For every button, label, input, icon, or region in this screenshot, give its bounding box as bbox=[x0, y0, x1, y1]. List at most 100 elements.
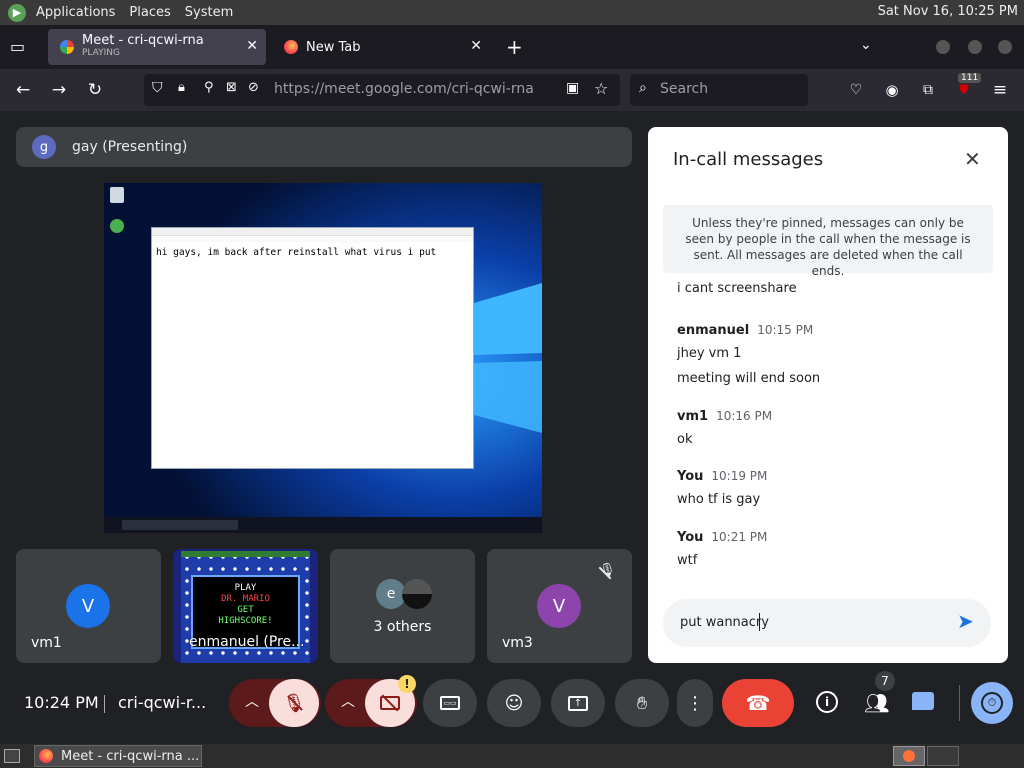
tracking-protection-shield-icon[interactable]: ⛉ bbox=[152, 80, 163, 96]
show-desktop-icon[interactable] bbox=[4, 749, 20, 763]
others-count-label: 3 others bbox=[373, 619, 432, 635]
panel-menu-system[interactable]: System bbox=[185, 5, 233, 20]
present-screen-button[interactable]: ↑ bbox=[551, 679, 605, 727]
address-bar[interactable]: ⛉ 🔒︎ ⚲ ⊠ ⊘ https://meet.google.com/cri-q… bbox=[144, 74, 620, 106]
message-sender: vm1 bbox=[677, 409, 709, 424]
mic-options-chevron-icon[interactable]: ︿ bbox=[245, 691, 259, 711]
message-sender: enmanuel bbox=[677, 323, 750, 338]
participant-avatar: V bbox=[537, 584, 581, 628]
firefox-icon bbox=[284, 40, 298, 54]
message-time: 10:21 PM bbox=[711, 530, 768, 544]
tab-overview-icon[interactable]: ▭ bbox=[10, 37, 25, 56]
meeting-code[interactable]: cri-qcwi-r... bbox=[118, 693, 206, 712]
message-text: ok bbox=[677, 432, 693, 447]
panel-menu-applications[interactable]: Applications bbox=[36, 5, 115, 20]
bookmark-star-icon[interactable]: ☆ bbox=[594, 79, 608, 98]
workspace-2[interactable] bbox=[927, 746, 959, 766]
hamburger-menu-icon[interactable]: ≡ bbox=[987, 77, 1013, 103]
new-tab-plus-icon[interactable]: + bbox=[506, 35, 523, 59]
captions-button[interactable]: ▭▭ bbox=[423, 679, 477, 727]
message-sender: You bbox=[677, 530, 704, 545]
participant-tile-vm1[interactable]: V vm1 bbox=[16, 549, 161, 663]
people-count-badge: 7 bbox=[875, 671, 895, 691]
meeting-info-icon[interactable]: i bbox=[816, 691, 838, 713]
tab-meet[interactable]: Meet - cri-qcwi-rna PLAYING ✕ bbox=[48, 29, 266, 65]
navigation-toolbar: ← → ↻ ⛉ 🔒︎ ⚲ ⊠ ⊘ https://meet.google.com… bbox=[0, 69, 1024, 111]
raise-hand-button[interactable]: ✋︎ bbox=[615, 679, 669, 727]
desktop-shortcut-icon bbox=[110, 219, 124, 233]
tab-playing-label: PLAYING bbox=[82, 48, 120, 58]
search-bar[interactable]: ⌕ Search bbox=[630, 74, 808, 106]
camera-options-chevron-icon[interactable]: ︿ bbox=[341, 691, 355, 711]
game-highscore-label: HIGHSCORE! bbox=[218, 616, 273, 626]
url-text[interactable]: https://meet.google.com/cri-qcwi-rna bbox=[274, 81, 534, 97]
url-host: https://meet.google.com/ bbox=[274, 81, 452, 97]
send-icon[interactable]: ➤ bbox=[957, 609, 974, 633]
microphone-blocked-icon[interactable]: ⊘ bbox=[248, 80, 259, 95]
notepad-window: hi gays, im back after reinstall what vi… bbox=[151, 227, 474, 469]
lock-icon[interactable]: 🔒︎ bbox=[178, 80, 185, 95]
minimize-window-button[interactable] bbox=[936, 40, 950, 54]
participant-tile-enmanuel[interactable]: PLAY DR. MARIO GET HIGHSCORE! enmanuel (… bbox=[173, 549, 318, 663]
forward-arrow-icon[interactable]: → bbox=[46, 77, 72, 103]
reload-icon[interactable]: ↻ bbox=[82, 77, 108, 103]
workspace-switcher[interactable] bbox=[893, 746, 925, 766]
emoji-reactions-button[interactable]: ☺ bbox=[487, 679, 541, 727]
search-input[interactable]: Search bbox=[660, 81, 708, 97]
url-path: cri-qcwi-rna bbox=[451, 81, 534, 97]
close-window-button[interactable] bbox=[998, 40, 1012, 54]
message-sender: You bbox=[677, 469, 704, 484]
timer-icon: ⏱ bbox=[981, 692, 1003, 714]
app-menu-icon[interactable]: ▶ bbox=[8, 3, 26, 22]
game-title-label: DR. MARIO bbox=[221, 594, 270, 604]
extensions-puzzle-icon[interactable]: ⧉ bbox=[915, 77, 941, 103]
chat-notice: Unless they're pinned, messages can only… bbox=[663, 205, 993, 278]
participant-name: enmanuel (Pre... bbox=[189, 634, 305, 650]
search-icon: ⌕ bbox=[639, 80, 647, 96]
chat-message-group: You 10:19 PM who tf is gay bbox=[677, 465, 767, 507]
game-play-label: PLAY bbox=[234, 583, 257, 593]
captions-icon: ▭▭ bbox=[440, 696, 460, 710]
close-tab-icon[interactable]: ✕ bbox=[470, 38, 482, 54]
recycle-bin-icon bbox=[110, 187, 124, 203]
participant-tile-vm3[interactable]: 🎙︎ V vm3 bbox=[487, 549, 632, 663]
chat-messages: i cant screenshare enmanuel 10:15 PM jhey… bbox=[648, 275, 1008, 605]
chat-icon[interactable] bbox=[912, 692, 934, 710]
bottom-taskbar: Meet - cri-qcwi-rna ... bbox=[0, 744, 1024, 768]
chat-title: In-call messages bbox=[673, 149, 824, 170]
panel-clock[interactable]: Sat Nov 16, 10:25 PM bbox=[878, 4, 1018, 19]
reader-view-icon[interactable]: ▣ bbox=[566, 80, 579, 96]
notepad-menubar bbox=[152, 236, 473, 243]
presenter-label: gay (Presenting) bbox=[72, 139, 188, 155]
chat-message-group: You 10:21 PM wtf bbox=[677, 526, 767, 568]
message-text: who tf is gay bbox=[677, 492, 761, 507]
people-icon[interactable]: 👥︎ bbox=[864, 691, 889, 715]
tab-new-tab[interactable]: New Tab ✕ bbox=[274, 29, 492, 65]
taskbar-window-button[interactable]: Meet - cri-qcwi-rna ... bbox=[34, 745, 202, 767]
close-chat-icon[interactable]: ✕ bbox=[964, 147, 981, 171]
close-tab-icon[interactable]: ✕ bbox=[246, 38, 258, 54]
panel-menu-places[interactable]: Places bbox=[129, 5, 170, 20]
camera-blocked-icon[interactable]: ⊠ bbox=[226, 80, 237, 95]
activities-button[interactable]: ⏱ bbox=[971, 682, 1013, 724]
leave-call-button[interactable]: ☎ bbox=[722, 679, 794, 727]
chat-panel: In-call messages ✕ Unless they're pinned… bbox=[648, 127, 1008, 663]
extension-badge: 111 bbox=[958, 73, 982, 83]
emoji-icon: ☺ bbox=[504, 692, 524, 714]
participant-tile-others[interactable]: e 3 others bbox=[330, 549, 475, 663]
back-arrow-icon[interactable]: ← bbox=[10, 77, 36, 103]
list-tabs-chevron-icon[interactable]: ⌄ bbox=[860, 37, 872, 53]
permissions-icon[interactable]: ⚲ bbox=[204, 80, 214, 95]
others-avatar-dark bbox=[402, 579, 432, 609]
chat-input-box[interactable]: put wannacry ➤ bbox=[663, 599, 991, 647]
message-text: wtf bbox=[677, 553, 698, 568]
maximize-window-button[interactable] bbox=[968, 40, 982, 54]
mic-toggle-button[interactable]: 🎙︎ bbox=[269, 679, 319, 727]
hang-up-icon: ☎ bbox=[745, 691, 771, 715]
more-options-button[interactable]: ⋮ bbox=[677, 679, 713, 727]
chat-message-group: enmanuel 10:15 PM jhey vm 1 meeting will … bbox=[677, 319, 820, 386]
shared-screen: hi gays, im back after reinstall what vi… bbox=[104, 183, 542, 533]
chat-input[interactable]: put wannacry bbox=[680, 615, 769, 630]
account-icon[interactable]: ◉ bbox=[879, 77, 905, 103]
pocket-icon[interactable]: ♡ bbox=[843, 77, 869, 103]
